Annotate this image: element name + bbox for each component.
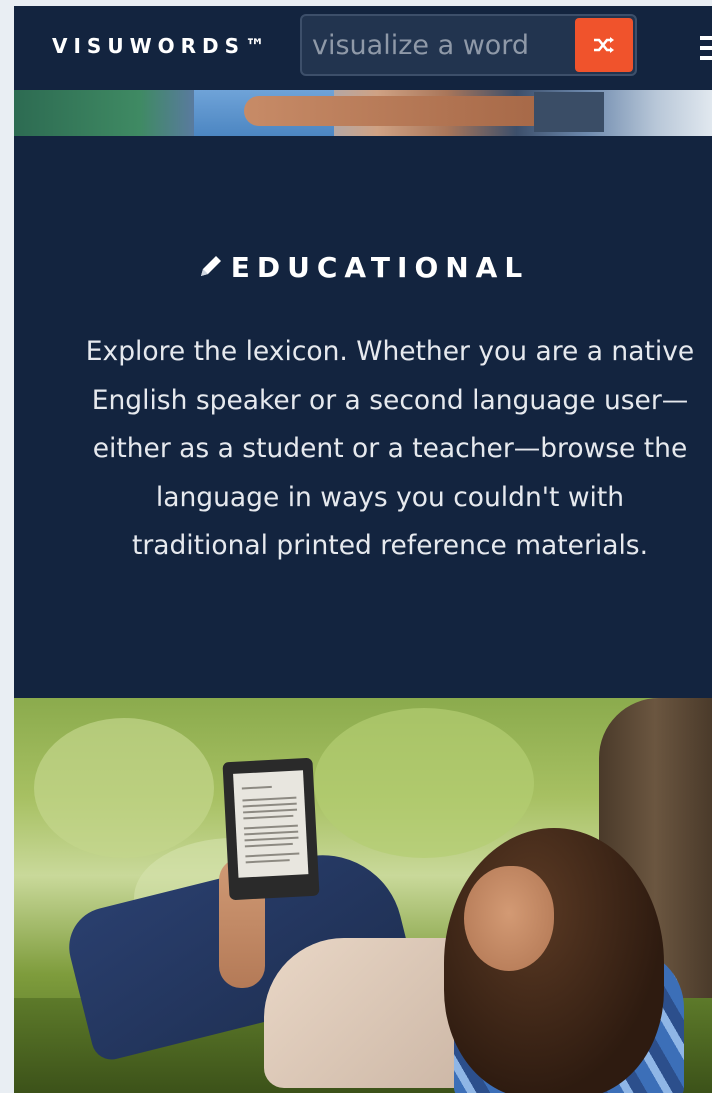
page-frame: VISUWORDS™ visualize a word EDUCATIONAL … [14, 6, 712, 1093]
search-input[interactable] [312, 24, 572, 66]
hero-photo-strip [14, 90, 712, 136]
site-logo[interactable]: VISUWORDS™ [52, 34, 271, 58]
shuffle-button[interactable] [575, 18, 633, 72]
shuffle-icon [594, 37, 614, 53]
hamburger-menu-icon[interactable] [700, 32, 712, 66]
educational-section: EDUCATIONAL Explore the lexicon. Whether… [14, 136, 712, 698]
educational-description: Explore the lexicon. Whether you are a n… [85, 336, 695, 561]
educational-title: EDUCATIONAL [230, 251, 530, 284]
search-box [300, 14, 637, 76]
educational-heading: EDUCATIONAL [14, 250, 712, 289]
site-header: VISUWORDS™ [14, 6, 712, 90]
pencil-icon [197, 252, 225, 289]
ereader-device [222, 757, 320, 901]
reading-photo [14, 698, 712, 1093]
